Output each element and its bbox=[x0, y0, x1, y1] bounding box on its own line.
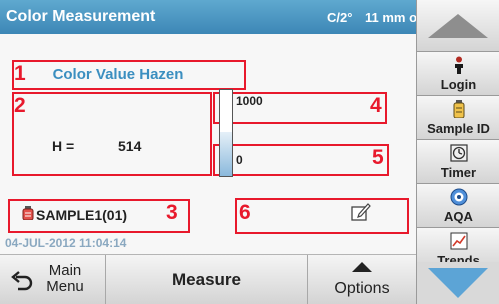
main-menu-label: Main Menu bbox=[46, 262, 84, 295]
side-toolbar: Login Sample ID Timer AQA Trends bbox=[416, 0, 499, 304]
person-icon bbox=[417, 55, 499, 75]
sample-id-side-label: Sample ID bbox=[427, 121, 490, 136]
result-value: 514 bbox=[118, 138, 142, 154]
trends-icon bbox=[417, 231, 499, 251]
callout-box-1 bbox=[12, 60, 246, 90]
scroll-down-arrow-icon bbox=[428, 268, 488, 298]
bottom-toolbar: Main Menu Measure Options bbox=[0, 254, 416, 304]
bottle-icon bbox=[417, 99, 499, 119]
callout-number-5: 5 bbox=[372, 146, 384, 169]
options-label: Options bbox=[334, 280, 390, 297]
callout-number-3: 3 bbox=[166, 201, 178, 224]
login-label: Login bbox=[440, 77, 477, 92]
measure-label: Measure bbox=[172, 270, 241, 289]
callout-number-6: 6 bbox=[239, 201, 251, 224]
callout-box-6 bbox=[235, 198, 409, 234]
main-menu-button[interactable]: Main Menu bbox=[0, 255, 106, 304]
edit-note-icon[interactable] bbox=[350, 201, 372, 223]
sample-bottle-icon bbox=[22, 206, 34, 223]
callout-number-2: 2 bbox=[14, 94, 26, 117]
sample-id[interactable]: SAMPLE1(01) bbox=[22, 206, 127, 223]
aqa-icon bbox=[417, 187, 499, 207]
sample-id-button[interactable]: Sample ID bbox=[417, 96, 499, 140]
aqa-label: AQA bbox=[444, 209, 473, 224]
result-bar bbox=[219, 89, 233, 177]
scroll-down-button[interactable] bbox=[417, 262, 499, 304]
callout-number-1: 1 bbox=[14, 62, 26, 85]
timer-button[interactable]: Timer bbox=[417, 140, 499, 184]
color-measurement-screen: Color Measurement C/2° 11 mm o Color Val… bbox=[0, 0, 499, 304]
scroll-up-button[interactable] bbox=[417, 0, 499, 52]
up-arrow-icon bbox=[352, 262, 372, 272]
back-arrow-icon bbox=[10, 269, 34, 296]
measurement-timestamp: 04-JUL-2012 11:04:14 bbox=[5, 236, 127, 250]
title-bar: Color Measurement C/2° 11 mm o bbox=[0, 0, 418, 34]
cell-size: 11 mm o bbox=[365, 10, 418, 25]
callout-number-4: 4 bbox=[370, 94, 382, 117]
timer-icon bbox=[417, 143, 499, 163]
measure-button[interactable]: Measure bbox=[106, 255, 308, 304]
scroll-up-arrow-icon bbox=[428, 14, 488, 38]
timer-label: Timer bbox=[440, 165, 477, 180]
page-title: Color Measurement bbox=[6, 8, 156, 25]
illuminant-observer: C/2° bbox=[327, 10, 353, 25]
login-button[interactable]: Login bbox=[417, 52, 499, 96]
sample-id-label: SAMPLE1(01) bbox=[36, 206, 128, 223]
scale-minimum: 0 bbox=[236, 153, 243, 167]
callout-box-2 bbox=[12, 92, 212, 176]
scale-maximum: 1000 bbox=[236, 94, 263, 108]
result-label: H = bbox=[52, 138, 75, 154]
result-bar-fill bbox=[220, 131, 232, 176]
options-button[interactable]: Options bbox=[308, 255, 416, 304]
aqa-button[interactable]: AQA bbox=[417, 184, 499, 228]
